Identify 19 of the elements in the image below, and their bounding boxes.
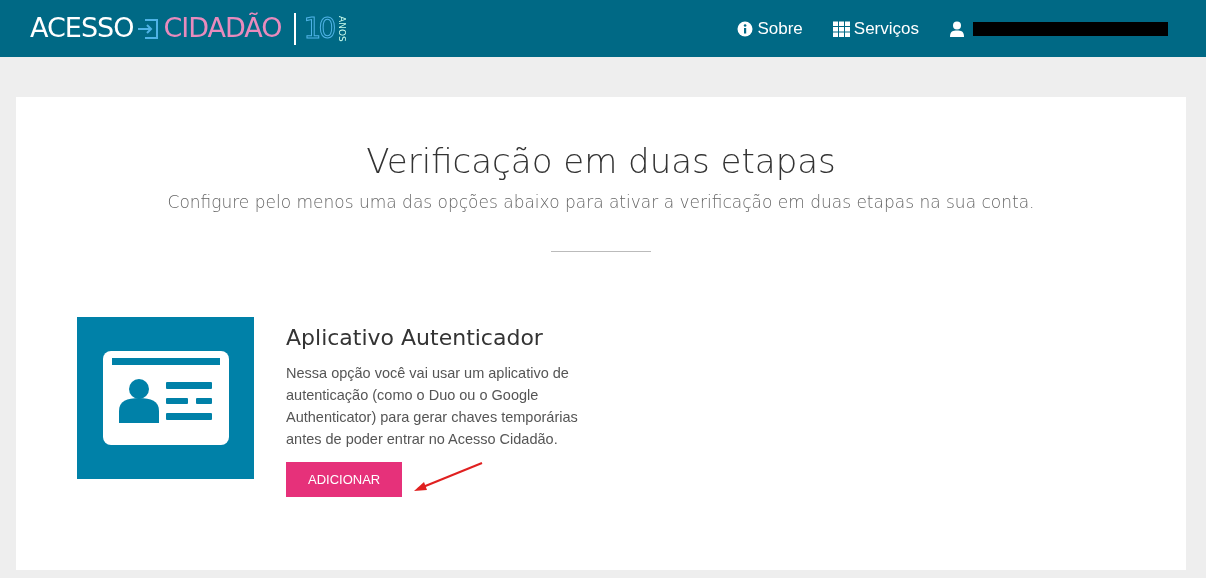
nav-link[interactable]: Serviços — [832, 15, 919, 42]
page-title: Verificação em duas etapas — [365, 140, 837, 182]
add-button[interactable]: ADICIONAR — [286, 461, 403, 498]
user-menu[interactable] — [949, 20, 1168, 37]
anniversary-number: 10 — [303, 10, 334, 47]
option-description: Nessa opção você vai usar um aplicativo de autenticação (como o Duo ou o Google Authenticator) para gerar chaves temporárias antes de poder entrar no Acesso Cidadão. — [286, 363, 579, 449]
nav-label: Sobre — [757, 17, 803, 40]
nav-link[interactable]: Sobre — [737, 15, 803, 42]
user-icon — [949, 20, 965, 37]
page-subtitle: Configure pelo menos uma das opções abaixo para ativar a verificação em duas etapas na sua conta. — [166, 190, 1036, 214]
logo-text: CIDADÃO — [163, 11, 282, 46]
nav-label: Serviços — [853, 17, 919, 40]
anniversary-label: ANOS — [337, 15, 347, 42]
logo-text: ACESSO — [30, 11, 134, 46]
enter-arrow-icon — [137, 17, 160, 40]
grid-icon — [832, 20, 850, 37]
id-card-icon — [102, 351, 229, 446]
info-icon — [737, 20, 754, 37]
option-title: Aplicativo Autenticador — [286, 325, 544, 352]
